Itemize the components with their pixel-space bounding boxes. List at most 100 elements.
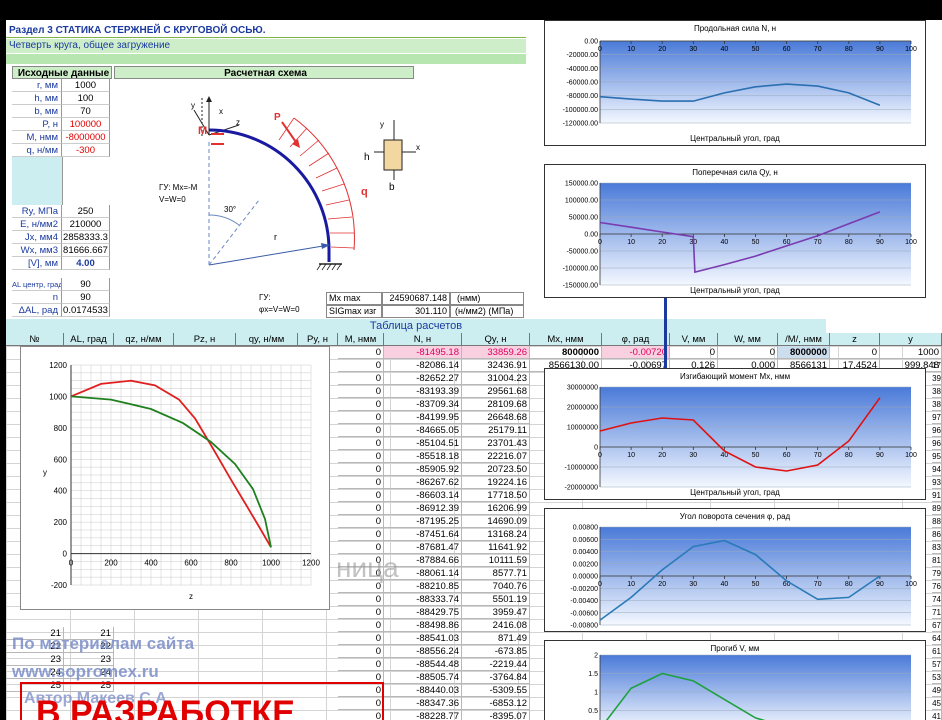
input-value[interactable]: 100000 <box>62 118 110 131</box>
angle-label: n <box>12 291 62 304</box>
material-label: Wx, мм3 <box>12 244 62 257</box>
table-cell: 8000000 <box>530 346 602 359</box>
P-label: P <box>274 112 281 123</box>
table-cell: 0 <box>338 658 384 671</box>
table-cell: -88440.03 <box>384 684 462 697</box>
column-header[interactable]: Py, н <box>298 333 338 346</box>
table-cell: 19224.16 <box>462 476 530 489</box>
material-value[interactable]: 81666.667 <box>62 244 110 257</box>
table-cell: -86267.62 <box>384 476 462 489</box>
material-row: [V], мм 4.00 <box>12 257 112 270</box>
table-cell: -5309.55 <box>462 684 530 697</box>
material-label: E, н/мм2 <box>12 218 62 231</box>
table-cell: -83709.34 <box>384 398 462 411</box>
table-cell: -85104.51 <box>384 437 462 450</box>
table-cell: 0 <box>338 528 384 541</box>
M-label: M <box>198 125 207 137</box>
tick-label: 0 <box>594 445 598 452</box>
table-cell: 0 <box>338 619 384 632</box>
table-cell: -86603.14 <box>384 489 462 502</box>
table-cell: -3764.84 <box>462 671 530 684</box>
table-cell: -0.00720 <box>602 346 670 359</box>
input-value[interactable]: 70 <box>62 105 110 118</box>
table-cell: -85905.92 <box>384 463 462 476</box>
table-cell: 0 <box>338 385 384 398</box>
material-value[interactable]: 250 <box>62 205 110 218</box>
column-header[interactable]: z <box>830 333 880 346</box>
chart-Qy: Поперечная сила Qy, н 150000.00 100000.00… <box>544 164 926 298</box>
column-header[interactable]: Pz, н <box>174 333 236 346</box>
column-header[interactable]: Qy, н <box>462 333 530 346</box>
material-row: Wx, мм3 81666.667 <box>12 244 112 257</box>
x-tick-label: 50 <box>752 239 760 246</box>
x-tick-label: 20 <box>658 581 666 588</box>
tick-label: 20000000 <box>567 405 598 412</box>
right-stub-cell: 95 <box>932 450 942 463</box>
angle-value[interactable]: 90 <box>62 278 110 291</box>
section-h-label: h <box>364 152 370 163</box>
right-stub-cell: 83 <box>932 541 942 554</box>
x-tick-label: 40 <box>721 46 729 53</box>
inputs-blue-gap <box>12 157 63 205</box>
x-tick-label: 10 <box>627 581 635 588</box>
x-tick-label: 1200 <box>302 559 320 568</box>
input-value[interactable]: 1000 <box>62 79 110 92</box>
column-header[interactable]: M, нмм <box>338 333 384 346</box>
right-stub-cell: 86 <box>932 528 942 541</box>
tick-label: -100000.00 <box>563 266 599 273</box>
material-value[interactable]: 4.00 <box>62 257 110 270</box>
angle-value[interactable]: 90 <box>62 291 110 304</box>
input-label: h, мм <box>12 92 62 105</box>
x-tick-label: 800 <box>224 559 238 568</box>
right-stub-cell: 76 <box>932 580 942 593</box>
table-cell: -87195.25 <box>384 515 462 528</box>
column-header[interactable]: AL, град <box>64 333 114 346</box>
material-block: Ry, МПа 250 E, н/мм2 210000 Jx, мм4 2858333.3… <box>12 205 112 270</box>
table-cell: 0 <box>338 424 384 437</box>
x-tick-label: 100 <box>905 581 917 588</box>
column-header[interactable]: φ, рад <box>602 333 670 346</box>
column-header[interactable]: /M/, нмм <box>778 333 830 346</box>
column-header[interactable]: N, н <box>384 333 462 346</box>
tick-label: 100000.00 <box>565 198 598 205</box>
summary-block: Mx max 24590687.148 (нмм) SIGmax изг 301… <box>326 292 526 320</box>
column-header[interactable]: y <box>880 333 942 346</box>
input-value[interactable]: -8000000 <box>62 131 110 144</box>
input-label: b, мм <box>12 105 62 118</box>
column-header[interactable]: qy, н/мм <box>236 333 298 346</box>
table-cell: 28109.68 <box>462 398 530 411</box>
table-cell: 0 <box>338 450 384 463</box>
scheme-header: Расчетная схема <box>114 66 414 79</box>
banner-text: В РАЗРАБОТКЕ <box>36 694 295 720</box>
x-tick-label: 70 <box>814 239 822 246</box>
x-tick-label: 60 <box>783 46 791 53</box>
chart-Mx: Изгибающий момент Mx, нмм 30000000 200000… <box>544 368 926 500</box>
x-tick-label: 80 <box>845 452 853 459</box>
spreadsheet-window: Раздел 3 СТАТИКА СТЕРЖНЕЙ С КРУГОВОЙ ОСЬ… <box>6 20 942 720</box>
table-cell: 7040.76 <box>462 580 530 593</box>
input-header: Исходные данные <box>12 66 112 79</box>
input-row: h, мм 100 <box>12 92 112 105</box>
angle-value[interactable]: 0.0174533 <box>62 304 110 317</box>
table-cell: -86912.39 <box>384 502 462 515</box>
column-header[interactable]: № <box>6 333 64 346</box>
input-value[interactable]: -300 <box>62 144 110 157</box>
right-stub-cell: 39 <box>932 372 942 385</box>
material-value[interactable]: 210000 <box>62 218 110 231</box>
right-stub-cell: 67 <box>932 619 942 632</box>
column-header[interactable]: Mx, нмм <box>530 333 602 346</box>
column-header[interactable]: qz, н/мм <box>114 333 174 346</box>
column-header[interactable]: W, мм <box>718 333 778 346</box>
angle-row: AL центр, град 90 <box>12 278 112 291</box>
input-value[interactable]: 100 <box>62 92 110 105</box>
table-cell: 0 <box>338 398 384 411</box>
table-cell: -88505.74 <box>384 671 462 684</box>
tick-label: 0.00600 <box>573 537 598 544</box>
table-cell: 25179.11 <box>462 424 530 437</box>
material-value[interactable]: 2858333.3 <box>62 231 110 244</box>
right-stub-cell: 61 <box>932 645 942 658</box>
right-stub-cell: 64 <box>932 632 942 645</box>
column-header[interactable]: V, мм <box>670 333 718 346</box>
chart-V: Прогиб V, мм 21.510.50010203040506070809… <box>544 640 926 720</box>
x-tick-label: 30 <box>689 46 697 53</box>
